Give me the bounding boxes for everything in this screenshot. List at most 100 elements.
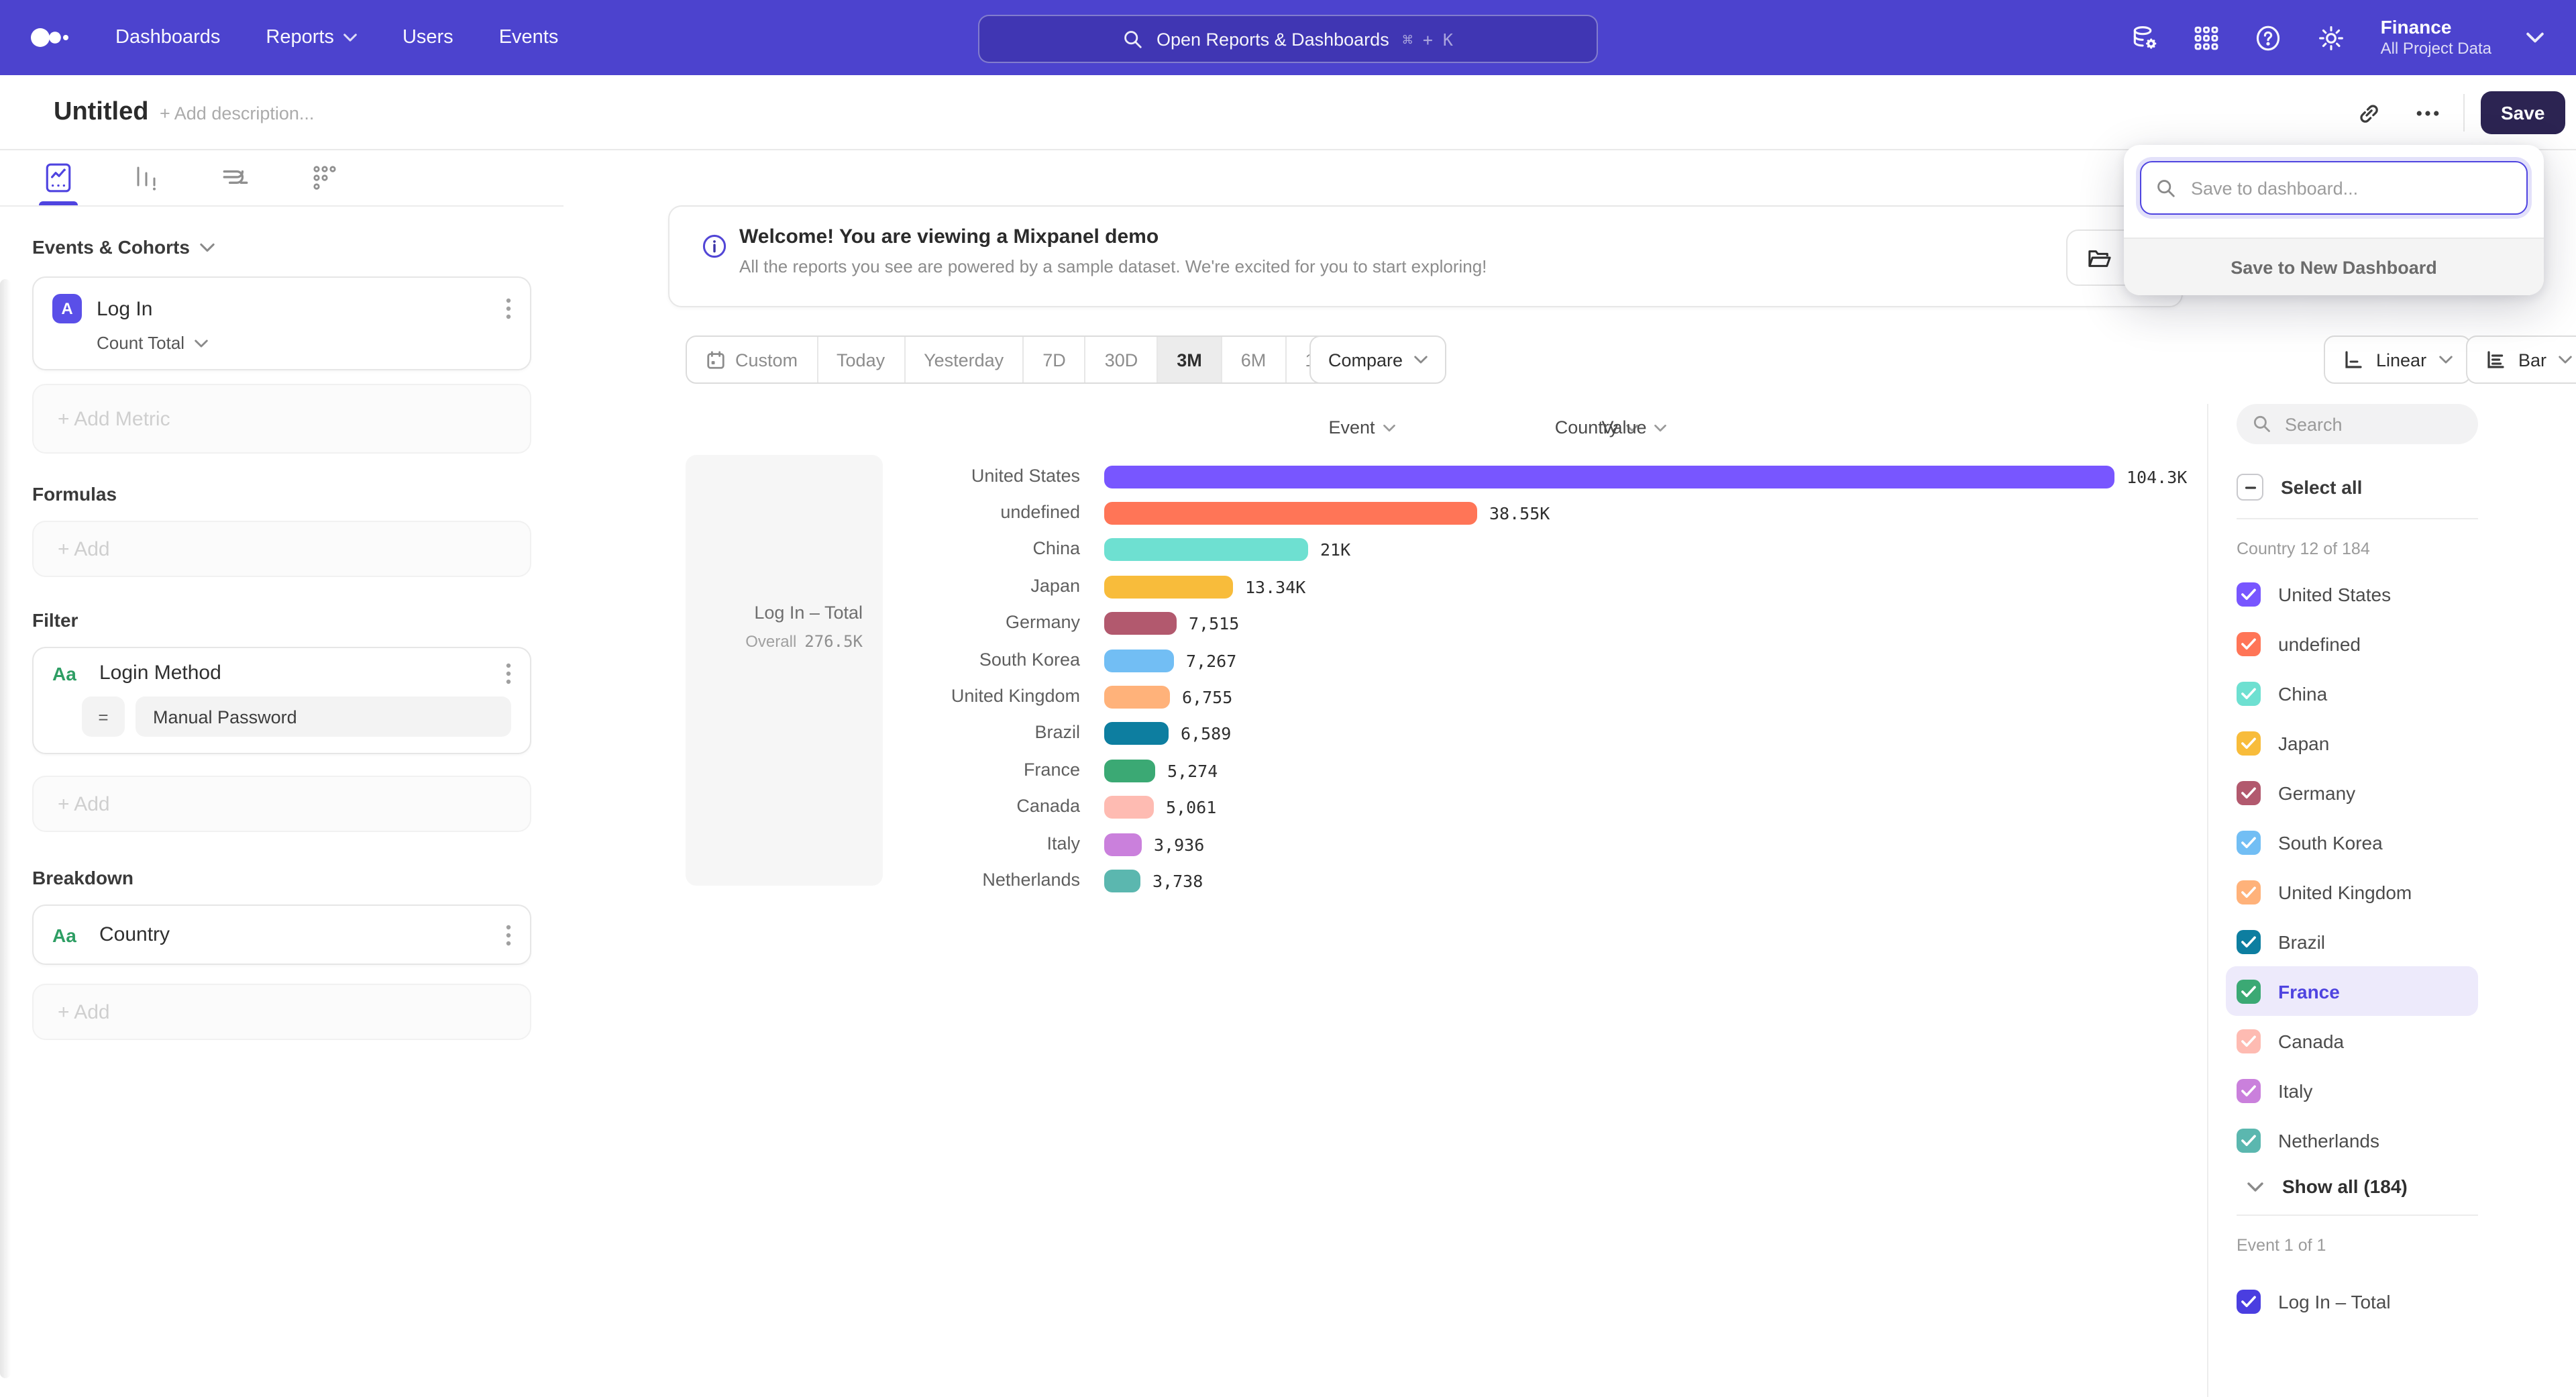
legend-search-input[interactable]: [2282, 413, 2449, 435]
nav-item-reports[interactable]: Reports: [266, 27, 357, 48]
report-title[interactable]: Untitled: [54, 98, 148, 127]
bar[interactable]: [1104, 575, 1233, 598]
country-checkbox[interactable]: [2237, 830, 2261, 854]
global-search-button[interactable]: Open Reports & Dashboards ⌘ + K: [978, 15, 1598, 63]
dashboard-search-field[interactable]: [2140, 161, 2528, 215]
country-checkbox[interactable]: [2237, 731, 2261, 755]
date-range-custom[interactable]: Custom: [687, 337, 816, 382]
event-filter-item[interactable]: Log In – Total: [2226, 1276, 2478, 1326]
country-filter-item[interactable]: Netherlands: [2226, 1115, 2478, 1165]
country-filter-item[interactable]: Brazil: [2226, 917, 2478, 966]
filter-kebab-icon[interactable]: [506, 662, 511, 684]
date-range-yesterday[interactable]: Yesterday: [904, 337, 1022, 382]
bar[interactable]: [1104, 833, 1142, 856]
country-checkbox[interactable]: [2237, 631, 2261, 656]
add-filter-button[interactable]: + Add: [32, 776, 531, 832]
metric-card[interactable]: A Log In Count Total: [32, 276, 531, 370]
country-filter-item[interactable]: Germany: [2226, 768, 2478, 817]
country-label: United Kingdom: [765, 686, 1080, 706]
project-selector[interactable]: Finance All Project Data: [2381, 16, 2491, 60]
country-checkbox[interactable]: [2237, 780, 2261, 805]
date-range-label: Yesterday: [924, 350, 1004, 370]
country-checkbox[interactable]: [2237, 929, 2261, 953]
data-management-icon[interactable]: [2131, 23, 2159, 52]
date-range-6m[interactable]: 6M: [1221, 337, 1285, 382]
bar[interactable]: [1104, 870, 1140, 892]
nav-item-dashboards[interactable]: Dashboards: [115, 27, 220, 48]
country-checkbox[interactable]: [2237, 979, 2261, 1003]
add-breakdown-button[interactable]: + Add: [32, 984, 531, 1040]
bar[interactable]: [1104, 796, 1154, 819]
events-cohorts-header[interactable]: Events & Cohorts: [32, 236, 531, 258]
legend-search[interactable]: [2237, 404, 2478, 444]
country-filter-item[interactable]: Italy: [2226, 1066, 2478, 1115]
filter-property-name[interactable]: Login Method: [99, 662, 491, 684]
country-checkbox[interactable]: [2237, 1128, 2261, 1152]
country-filter-item[interactable]: United States: [2226, 569, 2478, 619]
date-range-30d[interactable]: 30D: [1085, 337, 1157, 382]
event-checkbox[interactable]: [2237, 1289, 2261, 1313]
country-checkbox[interactable]: [2237, 1029, 2261, 1053]
tab-insights[interactable]: [44, 150, 72, 205]
save-button[interactable]: Save: [2481, 91, 2565, 134]
add-metric-button[interactable]: + Add Metric: [32, 384, 531, 454]
add-formula-button[interactable]: + Add: [32, 521, 531, 577]
metric-event-name[interactable]: Log In: [97, 297, 491, 320]
filter-operator[interactable]: =: [82, 696, 125, 737]
dashboard-search-input[interactable]: [2188, 176, 2512, 199]
country-filter-item[interactable]: France: [2226, 966, 2478, 1016]
date-range-today[interactable]: Today: [816, 337, 904, 382]
metric-kebab-icon[interactable]: [506, 298, 511, 319]
country-checkbox[interactable]: [2237, 1078, 2261, 1102]
breakdown-card[interactable]: Aa Country: [32, 904, 531, 965]
filter-value[interactable]: Manual Password: [136, 696, 511, 737]
save-to-new-dashboard-button[interactable]: Save to New Dashboard: [2124, 238, 2544, 295]
chart-type-button[interactable]: Bar: [2466, 335, 2576, 384]
tab-retention[interactable]: [311, 150, 338, 205]
country-filter-item[interactable]: China: [2226, 668, 2478, 718]
bar[interactable]: [1104, 612, 1177, 635]
mixpanel-logo-icon[interactable]: [30, 25, 70, 50]
bar[interactable]: [1104, 759, 1155, 782]
breakdown-property-name[interactable]: Country: [99, 923, 491, 946]
country-filter-item[interactable]: United Kingdom: [2226, 867, 2478, 917]
date-range-label: Today: [837, 350, 885, 370]
aggregation-selector[interactable]: Count Total: [52, 333, 511, 353]
project-chevron-down-icon[interactable]: [2526, 32, 2544, 43]
bar[interactable]: [1104, 649, 1174, 672]
select-all-checkbox[interactable]: [2237, 474, 2263, 501]
country-filter-item[interactable]: Canada: [2226, 1016, 2478, 1066]
bar-value-label: 6,755: [1182, 687, 1232, 707]
select-all-row[interactable]: Select all: [2237, 474, 2478, 501]
date-range-3m[interactable]: 3M: [1157, 337, 1221, 382]
show-all-button[interactable]: Show all (184): [2237, 1176, 2478, 1197]
country-checkbox[interactable]: [2237, 681, 2261, 705]
tab-funnels[interactable]: [133, 150, 160, 205]
scale-selector-button[interactable]: Linear: [2324, 335, 2471, 384]
bar[interactable]: [1104, 686, 1170, 709]
country-checkbox[interactable]: [2237, 880, 2261, 904]
breakdown-kebab-icon[interactable]: [506, 924, 511, 945]
settings-gear-icon[interactable]: [2318, 23, 2346, 52]
bar[interactable]: [1104, 723, 1169, 745]
bar[interactable]: [1104, 502, 1477, 525]
country-filter-item[interactable]: Japan: [2226, 718, 2478, 768]
chart-controls: CustomTodayYesterday7D30D3M6M12M Compare…: [686, 335, 2549, 381]
country-checkbox[interactable]: [2237, 582, 2261, 606]
bar[interactable]: [1104, 465, 2114, 488]
apps-grid-icon[interactable]: [2194, 25, 2220, 50]
add-description-placeholder[interactable]: + Add description...: [160, 103, 314, 123]
bar[interactable]: [1104, 539, 1308, 562]
compare-button[interactable]: Compare: [1309, 335, 1446, 384]
country-filter-item[interactable]: South Korea: [2226, 817, 2478, 867]
country-filter-item[interactable]: undefined: [2226, 619, 2478, 668]
nav-item-events[interactable]: Events: [499, 27, 559, 48]
filter-card[interactable]: Aa Login Method = Manual Password: [32, 647, 531, 754]
nav-item-users[interactable]: Users: [402, 27, 453, 48]
date-range-7d[interactable]: 7D: [1022, 337, 1085, 382]
more-options-icon[interactable]: [2410, 95, 2445, 130]
column-header-value[interactable]: Value: [1104, 417, 2164, 437]
copy-link-icon[interactable]: [2351, 95, 2385, 130]
tab-flows[interactable]: [220, 150, 251, 205]
help-icon[interactable]: [2255, 23, 2283, 52]
